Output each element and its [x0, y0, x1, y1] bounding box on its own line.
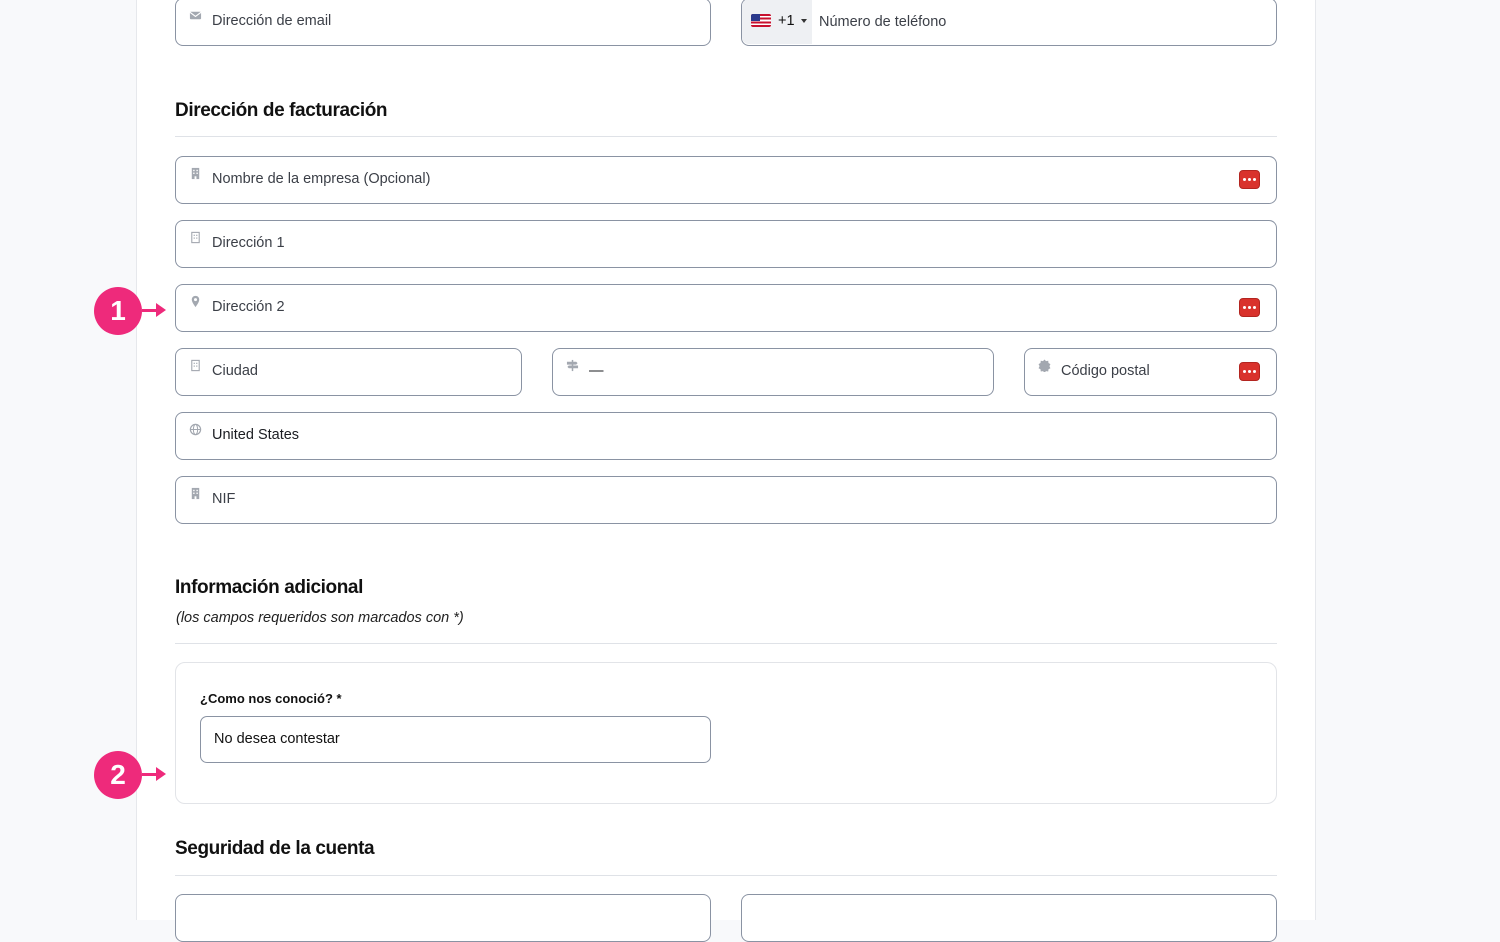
- phone-placeholder: Número de teléfono: [819, 14, 947, 30]
- annotation-arrow-2: [142, 767, 166, 781]
- address1-placeholder: Dirección 1: [212, 235, 285, 251]
- signpost-icon: [565, 358, 579, 372]
- country-value: United States: [212, 427, 300, 443]
- country-code-selector[interactable]: +1: [742, 0, 812, 44]
- annotation-marker-2: 2: [94, 751, 142, 799]
- account-security-title: Seguridad de la cuenta: [175, 838, 375, 859]
- password-manager-icon[interactable]: [1239, 298, 1260, 317]
- security-divider: [175, 875, 1277, 876]
- billing-divider: [175, 136, 1277, 137]
- password-manager-icon[interactable]: [1239, 170, 1260, 189]
- company-field[interactable]: Nombre de la empresa (Opcional): [175, 156, 1277, 204]
- postal-code-placeholder: Código postal: [1061, 363, 1150, 379]
- state-value: —: [589, 363, 604, 379]
- globe-icon: [188, 422, 202, 436]
- address2-field[interactable]: Dirección 2: [175, 284, 1277, 332]
- email-placeholder: Dirección de email: [212, 13, 332, 29]
- required-fields-note: (los campos requeridos son marcados con …: [176, 610, 464, 626]
- us-flag-icon: [751, 14, 771, 27]
- email-field[interactable]: Dirección de email: [175, 0, 711, 46]
- building-icon: [188, 486, 202, 500]
- building-icon: [188, 166, 202, 180]
- building-outline-icon: [188, 358, 202, 372]
- city-placeholder: Ciudad: [212, 363, 258, 379]
- referral-select[interactable]: No desea contestar: [200, 716, 711, 763]
- company-placeholder: Nombre de la empresa (Opcional): [212, 171, 431, 187]
- caret-down-icon: [801, 19, 807, 23]
- security-field-left[interactable]: [175, 894, 711, 942]
- dial-code: +1: [778, 13, 795, 29]
- password-manager-icon[interactable]: [1239, 362, 1260, 381]
- map-pin-icon: [188, 294, 202, 308]
- address2-placeholder: Dirección 2: [212, 299, 285, 315]
- building-outline-icon: [188, 230, 202, 244]
- annotation-arrow-1: [142, 303, 166, 317]
- city-field[interactable]: Ciudad: [175, 348, 522, 396]
- country-select[interactable]: United States: [175, 412, 1277, 460]
- additional-info-title: Información adicional: [175, 577, 363, 598]
- state-select[interactable]: —: [552, 348, 994, 396]
- additional-divider: [175, 643, 1277, 644]
- badge-icon: [1037, 358, 1051, 372]
- nif-field[interactable]: NIF: [175, 476, 1277, 524]
- envelope-icon: [188, 8, 202, 22]
- security-field-right[interactable]: [741, 894, 1277, 942]
- referral-question-label: ¿Como nos conoció? *: [200, 691, 342, 706]
- nif-placeholder: NIF: [212, 491, 236, 507]
- referral-select-value: No desea contestar: [214, 731, 340, 747]
- postal-code-field[interactable]: Código postal: [1024, 348, 1277, 396]
- address1-field[interactable]: Dirección 1: [175, 220, 1277, 268]
- phone-field[interactable]: +1 Número de teléfono: [741, 0, 1277, 46]
- billing-title: Dirección de facturación: [175, 100, 388, 121]
- annotation-marker-1: 1: [94, 287, 142, 335]
